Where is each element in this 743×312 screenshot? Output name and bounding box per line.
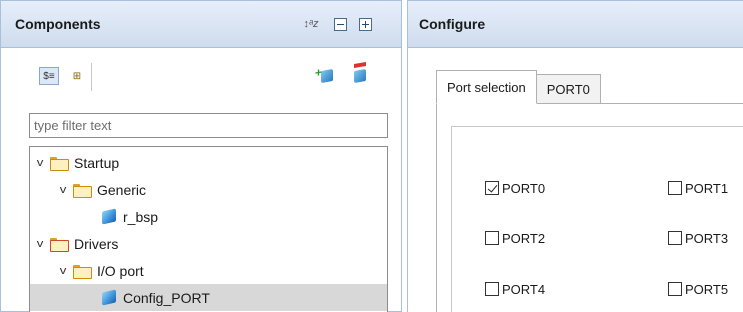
checkbox-icon[interactable] — [668, 282, 682, 296]
checkbox-icon[interactable] — [485, 282, 499, 296]
folder-icon — [50, 156, 69, 171]
configure-tabs: Port selection PORT0 — [436, 70, 601, 104]
folder-icon — [73, 264, 92, 279]
port0-checkbox[interactable]: PORT0 — [485, 180, 545, 196]
checkbox-label: PORT1 — [685, 180, 729, 196]
tree-item-drivers[interactable]: v Drivers — [30, 230, 387, 257]
filter-input[interactable] — [29, 113, 388, 138]
sort-alpha-icon[interactable]: ↕ᵃz — [302, 17, 320, 31]
tree-item-startup[interactable]: v Startup — [30, 149, 387, 176]
tree-item-label: I/O port — [97, 262, 144, 279]
component-icon — [102, 289, 116, 306]
tree-item-label: Startup — [74, 154, 120, 171]
chevron-down-icon[interactable]: v — [56, 184, 70, 196]
port4-checkbox[interactable]: PORT4 — [485, 281, 545, 297]
tree-item-label: Drivers — [74, 235, 119, 252]
configure-title: Configure — [419, 16, 486, 32]
components-toolbar: $≡ ⊞ + — [1, 61, 401, 97]
checkbox-icon[interactable] — [485, 231, 499, 245]
components-title: Components — [15, 16, 101, 32]
tree-item-io-port[interactable]: v I/O port — [30, 257, 387, 284]
toolbar-divider — [91, 63, 92, 91]
tree-item-label: r_bsp — [123, 208, 159, 225]
hardware-view-icon[interactable]: ⊞ — [67, 67, 87, 85]
folder-icon — [50, 237, 69, 252]
components-panel: Components ↕ᵃz $≡ ⊞ + v Startup v Generi… — [0, 0, 402, 312]
expand-all-icon[interactable] — [359, 18, 372, 31]
checkbox-icon[interactable] — [668, 231, 682, 245]
components-tree: v Startup v Generic r_bsp v Drivers v I/… — [29, 146, 388, 312]
components-header: Components ↕ᵃz — [1, 1, 401, 48]
add-component-icon[interactable]: + — [315, 65, 337, 85]
port-checkbox-group: PORT0 PORT1 PORT2 PORT3 PORT4 PORT5 — [451, 126, 743, 312]
component-view-icon[interactable]: $≡ — [39, 67, 59, 85]
component-icon — [102, 208, 116, 225]
tree-item-config-port[interactable]: Config_PORT — [30, 284, 387, 311]
chevron-down-icon[interactable]: v — [33, 157, 47, 169]
tree-item-r-bsp[interactable]: r_bsp — [30, 203, 387, 230]
tab-port0[interactable]: PORT0 — [535, 74, 601, 104]
port5-checkbox[interactable]: PORT5 — [668, 281, 728, 297]
checkbox-label: PORT0 — [502, 180, 546, 196]
tree-item-generic[interactable]: v Generic — [30, 176, 387, 203]
port3-checkbox[interactable]: PORT3 — [668, 230, 728, 246]
tree-item-label: Generic — [97, 181, 147, 198]
port1-checkbox[interactable]: PORT1 — [668, 180, 728, 196]
checkbox-icon[interactable] — [668, 181, 682, 195]
checkbox-label: PORT4 — [502, 281, 546, 297]
remove-component-icon[interactable] — [350, 61, 370, 85]
checkbox-label: PORT3 — [685, 230, 729, 246]
configure-panel: Configure Port selection PORT0 PORT0 POR… — [407, 0, 743, 312]
checkbox-label: PORT5 — [685, 281, 729, 297]
chevron-down-icon[interactable]: v — [56, 265, 70, 277]
folder-icon — [73, 183, 92, 198]
tree-item-label: Config_PORT — [123, 289, 210, 306]
configure-header: Configure — [408, 1, 743, 48]
tab-port-selection[interactable]: Port selection — [436, 70, 537, 104]
checkbox-checked-icon[interactable] — [485, 181, 499, 195]
checkbox-label: PORT2 — [502, 230, 546, 246]
chevron-down-icon[interactable]: v — [33, 238, 47, 250]
tab-content: PORT0 PORT1 PORT2 PORT3 PORT4 PORT5 — [436, 103, 743, 312]
port2-checkbox[interactable]: PORT2 — [485, 230, 545, 246]
collapse-all-icon[interactable] — [334, 18, 347, 31]
